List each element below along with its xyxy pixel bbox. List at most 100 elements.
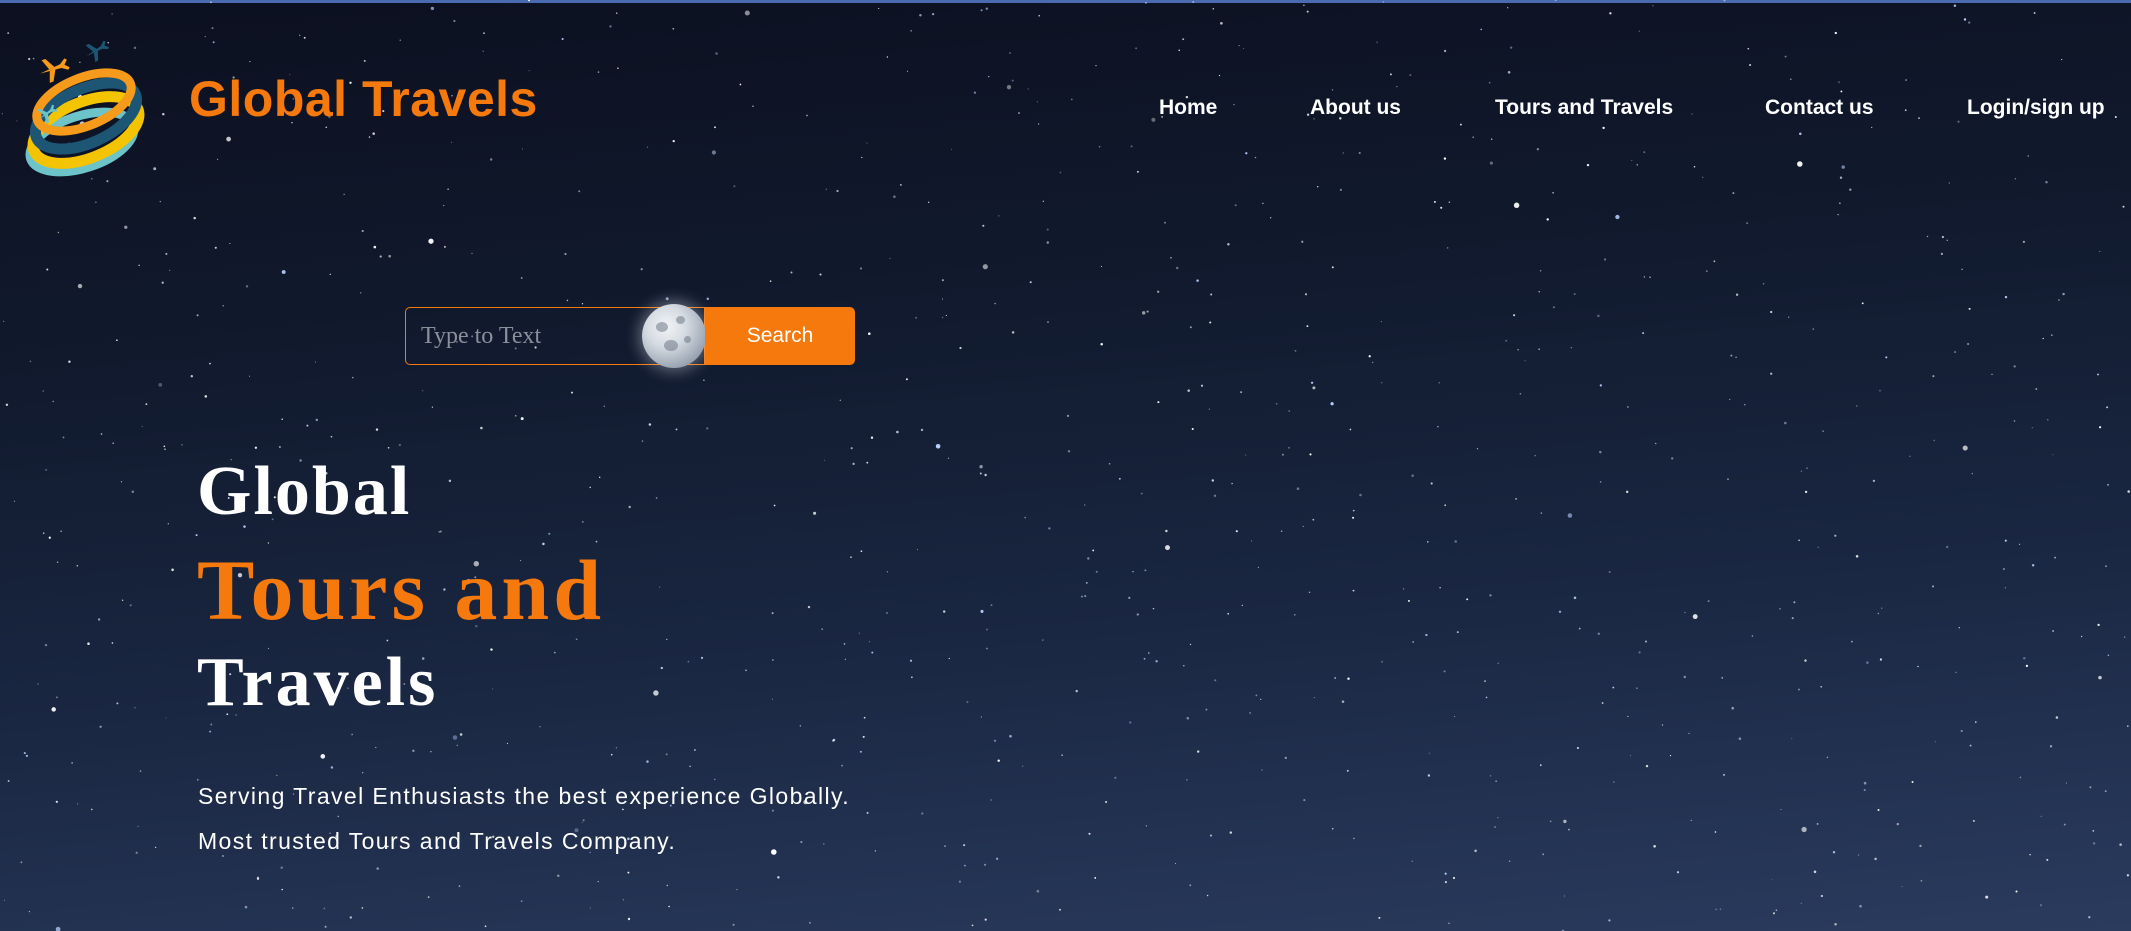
star <box>988 75 990 78</box>
star <box>1009 52 1011 54</box>
star <box>1 113 3 115</box>
star <box>145 403 148 406</box>
star <box>1841 165 1845 169</box>
star <box>982 224 985 227</box>
star <box>1200 384 1204 387</box>
star <box>861 156 863 159</box>
star <box>1036 101 1038 103</box>
star <box>1961 268 1963 270</box>
star <box>1715 908 1717 911</box>
star <box>808 921 811 924</box>
star <box>452 735 458 740</box>
brand-name[interactable]: Global Travels <box>189 70 538 128</box>
star <box>1130 145 1133 148</box>
nav-home-link[interactable]: Home <box>1159 96 1217 120</box>
star <box>648 423 652 426</box>
star <box>1238 45 1240 47</box>
star <box>471 252 473 255</box>
star <box>941 298 944 300</box>
star <box>1084 595 1087 598</box>
star <box>1382 1 1385 3</box>
star <box>1108 462 1111 465</box>
star <box>1085 582 1088 584</box>
star <box>1958 627 1960 629</box>
star <box>1601 702 1604 704</box>
star <box>111 13 113 15</box>
star <box>655 497 658 499</box>
star <box>1094 876 1097 879</box>
star <box>1749 63 1752 67</box>
star <box>1313 697 1315 699</box>
star <box>1341 700 1345 703</box>
star <box>2104 790 2107 793</box>
nav-about-link[interactable]: About us <box>1310 96 1401 120</box>
star <box>360 292 362 294</box>
star <box>1047 321 1049 323</box>
star <box>1178 49 1180 52</box>
star <box>646 146 649 148</box>
star <box>1904 109 1907 112</box>
search-button[interactable]: Search <box>705 307 855 365</box>
star <box>597 71 600 73</box>
star <box>982 264 988 270</box>
star <box>1170 257 1172 259</box>
star <box>1513 314 1516 317</box>
nav-contact-link[interactable]: Contact us <box>1765 96 1874 120</box>
nav-tours-link[interactable]: Tours and Travels <box>1495 96 1673 120</box>
star <box>209 362 211 365</box>
star <box>1474 849 1477 853</box>
star <box>164 448 166 451</box>
star <box>1114 776 1117 779</box>
star <box>1484 680 1486 682</box>
star <box>807 605 811 609</box>
star <box>1306 325 1309 328</box>
star <box>1118 477 1121 480</box>
star <box>1376 41 1378 43</box>
star <box>428 238 434 244</box>
star <box>5 403 9 407</box>
star <box>42 532 45 534</box>
star <box>520 277 523 279</box>
star <box>1931 585 1935 588</box>
star <box>2040 815 2042 817</box>
star <box>1877 612 1880 615</box>
star <box>1080 595 1083 598</box>
star <box>1084 504 1086 506</box>
globe-with-airplanes-logo[interactable] <box>14 38 146 178</box>
star <box>1100 265 1102 268</box>
star <box>1832 850 1836 854</box>
star <box>971 924 974 927</box>
star <box>1784 421 1787 425</box>
star <box>1306 113 1310 116</box>
star <box>821 628 824 631</box>
star <box>958 880 962 883</box>
star <box>1772 912 1776 915</box>
star <box>850 447 853 450</box>
star <box>973 91 977 94</box>
star <box>1538 348 1540 350</box>
star <box>1022 765 1024 767</box>
star <box>900 184 902 186</box>
star <box>1497 817 1499 819</box>
star <box>1440 206 1443 209</box>
nav-login-link[interactable]: Login/sign up <box>1967 96 2105 120</box>
star <box>1438 382 1441 384</box>
star <box>2013 365 2016 368</box>
star <box>1437 426 1439 428</box>
star <box>1270 217 1272 219</box>
star <box>320 754 326 759</box>
star <box>2047 419 2049 421</box>
star <box>566 299 569 302</box>
star <box>169 269 171 272</box>
star <box>1851 640 1853 643</box>
star <box>1155 660 1158 663</box>
star <box>1358 151 1361 155</box>
star <box>1822 430 1824 432</box>
star <box>1029 281 1032 284</box>
star <box>430 750 432 753</box>
star <box>306 424 309 427</box>
star <box>1098 145 1101 148</box>
star <box>1296 487 1300 490</box>
star <box>983 863 987 866</box>
star <box>980 9 983 12</box>
